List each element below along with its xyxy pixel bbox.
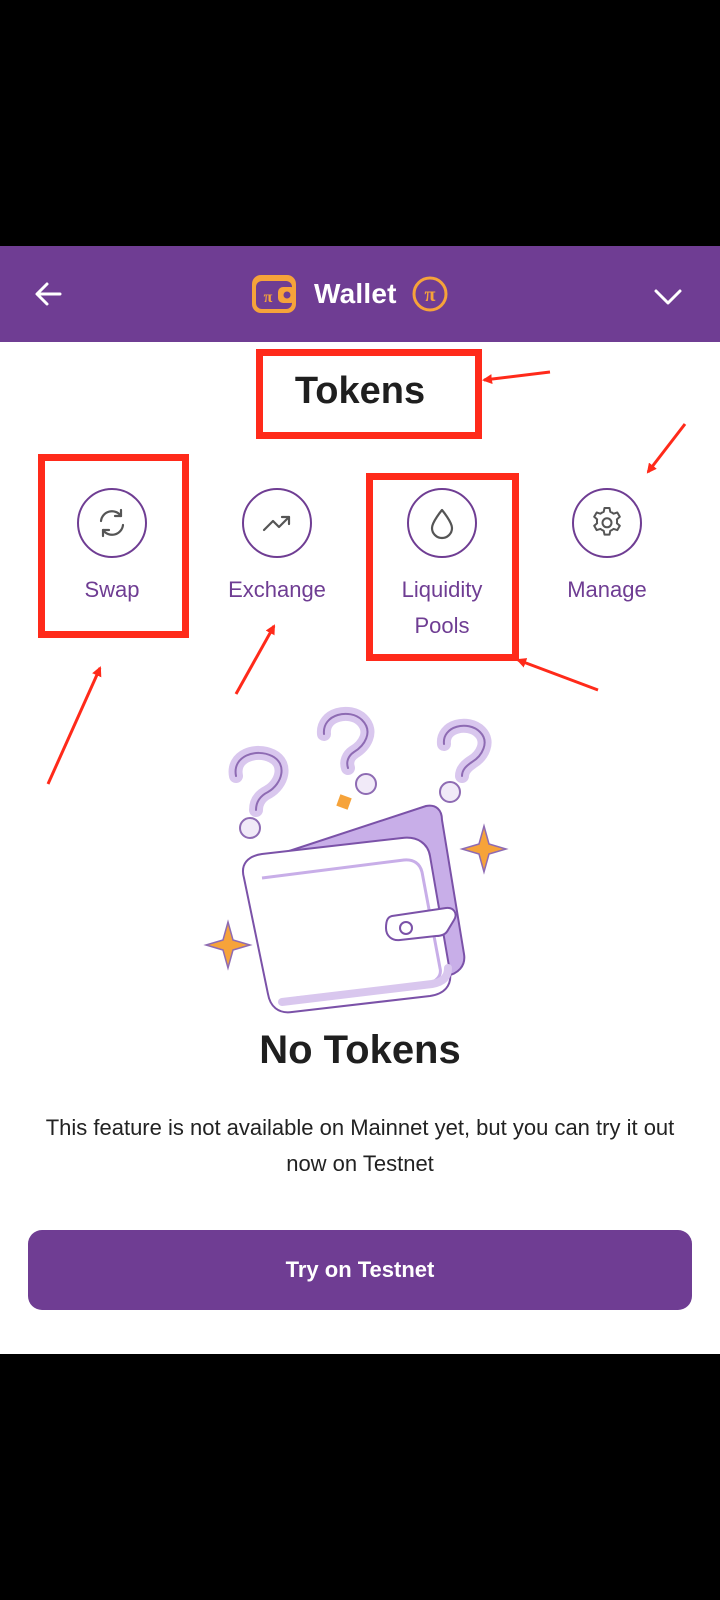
chevron-down-icon — [654, 289, 682, 305]
wallet-screen: π Wallet π Tokens Swap Exchange Liquidit… — [0, 246, 720, 1354]
pi-wallet-icon: π — [252, 275, 296, 313]
header-title: Wallet — [314, 278, 397, 309]
empty-wallet-illustration — [203, 706, 509, 1014]
manage-icon-circle — [572, 488, 642, 558]
annotation-arrow — [46, 666, 102, 785]
question-mark-icon — [317, 706, 377, 795]
empty-state-description: This feature is not available on Mainnet… — [45, 1115, 675, 1176]
header-brand: π Wallet π — [250, 272, 449, 316]
question-mark-icon — [437, 718, 492, 803]
empty-state-title: No Tokens — [259, 1028, 461, 1072]
arrow-left-icon — [35, 282, 62, 306]
trend-up-icon — [262, 515, 291, 532]
back-button[interactable] — [30, 274, 70, 314]
annotation-arrow — [234, 624, 276, 695]
question-mark-icon — [228, 745, 289, 839]
app-header: π Wallet π — [0, 246, 720, 342]
exchange-label: Exchange — [228, 577, 326, 602]
annotation-box-swap — [38, 454, 189, 638]
gear-icon — [593, 507, 621, 536]
header-dropdown-button[interactable] — [648, 276, 688, 316]
svg-text:π: π — [424, 284, 435, 306]
pi-coin-icon: π — [412, 276, 448, 312]
annotation-arrow — [516, 658, 599, 692]
exchange-icon-circle — [242, 488, 312, 558]
svg-text:π: π — [264, 289, 273, 306]
annotation-box-tokens — [256, 349, 482, 439]
exchange-button[interactable]: Exchange — [197, 488, 357, 608]
annotation-box-liquidity-pools — [366, 473, 519, 661]
sparkle-icon — [459, 823, 509, 875]
sparkle-icon — [203, 919, 253, 971]
manage-label: Manage — [567, 577, 647, 602]
annotation-arrow — [646, 423, 687, 474]
try-on-testnet-button[interactable]: Try on Testnet — [28, 1230, 692, 1310]
manage-button[interactable]: Manage — [527, 488, 687, 608]
